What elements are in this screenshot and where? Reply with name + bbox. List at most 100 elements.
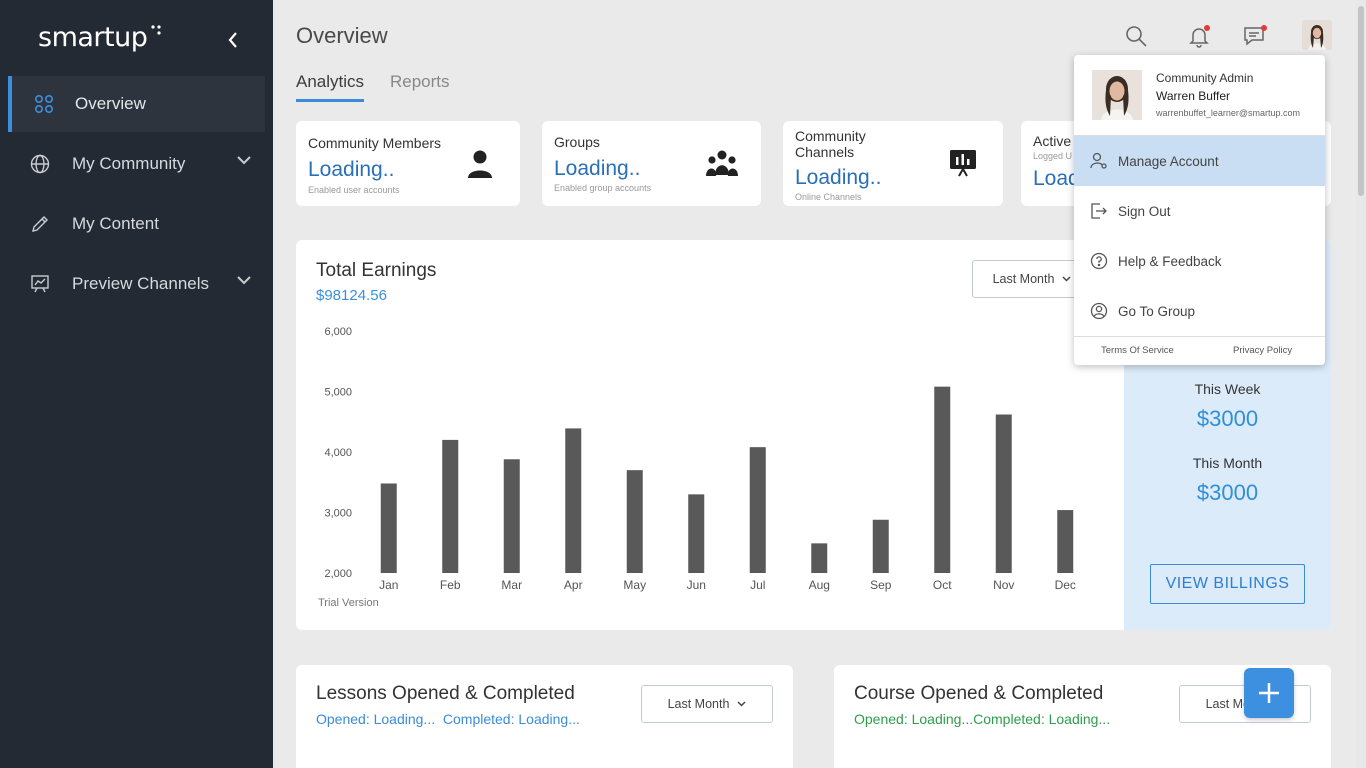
- sidebar-item-overview[interactable]: Overview: [8, 76, 265, 132]
- bar-jul[interactable]: [749, 447, 766, 573]
- search-button[interactable]: [1122, 22, 1150, 50]
- lessons-completed: Completed: Loading...: [442, 711, 580, 727]
- card-title: Groups: [554, 134, 600, 150]
- card-value: Loading..: [554, 157, 641, 180]
- sidebar-item-my-content[interactable]: My Content: [8, 196, 265, 252]
- brand-logo[interactable]: smartup: [38, 22, 148, 53]
- menu-item-label: Go To Group: [1118, 303, 1196, 319]
- x-tick-label: Oct: [933, 578, 952, 592]
- notification-dot: [1204, 25, 1210, 31]
- sidebar-item-label: My Community: [72, 154, 186, 173]
- card-title: Active: [1033, 133, 1072, 149]
- earnings-title: Total Earnings: [316, 260, 437, 281]
- person-icon: [468, 150, 492, 178]
- bar-mar[interactable]: [503, 459, 520, 573]
- menu-avatar: [1092, 70, 1142, 120]
- sidebar-item-my-community[interactable]: My Community: [8, 136, 265, 192]
- menu-divider: [1074, 336, 1325, 337]
- card-value: Loading..: [308, 158, 395, 181]
- card-value: Load: [1033, 167, 1080, 190]
- earnings-amount: $98124.56: [316, 287, 387, 304]
- courses-stats: Opened: Loading...Completed: Loading...: [854, 711, 1110, 727]
- bar-sep[interactable]: [872, 519, 889, 573]
- sidebar-item-label: Overview: [75, 94, 146, 113]
- x-tick-label: Jul: [750, 578, 765, 592]
- courses-title: Course Opened & Completed: [854, 683, 1104, 704]
- courses-opened: Opened: Loading...: [854, 711, 974, 727]
- view-billings-button[interactable]: VIEW BILLINGS: [1150, 564, 1305, 604]
- card-subtitle: Logged U: [1033, 151, 1073, 161]
- bar-aug[interactable]: [811, 543, 828, 573]
- menu-user-role: Community Admin: [1156, 71, 1254, 85]
- sidebar-item-preview-channels[interactable]: Preview Channels: [8, 256, 265, 312]
- y-tick-label: 2,000: [324, 568, 352, 580]
- chevron-down-icon: [237, 156, 251, 165]
- user-circle-icon: [1089, 301, 1109, 321]
- scrollbar-thumb[interactable]: [1358, 6, 1364, 196]
- grid-icon: [32, 92, 56, 116]
- menu-item-label: Manage Account: [1118, 153, 1219, 169]
- chevron-down-icon: [1062, 276, 1071, 282]
- add-fab-button[interactable]: [1244, 668, 1294, 718]
- x-tick-label: Sep: [870, 578, 892, 592]
- card-community-channels[interactable]: Community Channels Loading.. Online Chan…: [783, 121, 1003, 206]
- search-icon: [1126, 26, 1147, 47]
- tab-analytics[interactable]: Analytics: [296, 72, 365, 102]
- terms-of-service-link[interactable]: Terms Of Service: [1101, 345, 1174, 356]
- x-tick-label: Dec: [1055, 578, 1076, 592]
- earnings-bar-chart: 2,000 3,000 4,000 5,000 6,000 Jan Feb Mar Apr May…: [324, 326, 1076, 592]
- menu-user-name: Warren Buffer: [1156, 89, 1231, 103]
- chevron-down-icon: [737, 701, 746, 707]
- bar-apr[interactable]: [565, 428, 582, 573]
- chevron-down-icon: [237, 276, 251, 285]
- menu-item-label: Help & Feedback: [1118, 253, 1222, 269]
- y-tick-label: 3,000: [324, 508, 352, 520]
- user-avatar[interactable]: [1302, 20, 1332, 50]
- logo-dots-icon: [151, 25, 161, 35]
- courses-completed: Completed: Loading...: [973, 711, 1111, 727]
- card-subtitle: Enabled group accounts: [554, 183, 652, 193]
- this-month-value: $3000: [1196, 480, 1259, 505]
- sidebar-item-label: Preview Channels: [72, 274, 210, 293]
- x-tick-label: Aug: [809, 578, 830, 592]
- card-groups[interactable]: Groups Loading.. Enabled group accounts: [542, 121, 761, 206]
- bar-jun[interactable]: [688, 494, 705, 573]
- x-tick-label: Jan: [379, 578, 398, 592]
- bar-nov[interactable]: [995, 414, 1012, 573]
- bar-dec[interactable]: [1057, 510, 1074, 573]
- menu-user-email: warrenbuffet_learner@smartup.com: [1156, 108, 1301, 118]
- group-icon: [706, 150, 738, 176]
- sign-out-icon: [1089, 201, 1109, 221]
- lessons-period-dropdown[interactable]: Last Month: [641, 685, 773, 723]
- x-tick-label: Feb: [440, 578, 461, 592]
- lessons-opened: Opened: Loading...: [316, 711, 436, 727]
- menu-item-help-feedback[interactable]: Help & Feedback: [1074, 236, 1325, 286]
- bar-jan[interactable]: [380, 483, 397, 573]
- menu-item-sign-out[interactable]: Sign Out: [1074, 186, 1325, 236]
- messages-button[interactable]: [1241, 22, 1269, 50]
- card-title: Community Channels: [795, 128, 866, 160]
- x-tick-label: May: [623, 578, 646, 592]
- lessons-card: Lessons Opened & Completed Opened: Loadi…: [296, 665, 793, 768]
- pencil-icon: [28, 212, 52, 236]
- this-week-value: $3000: [1196, 406, 1259, 431]
- manage-account-icon: [1089, 151, 1109, 171]
- presentation-chart-icon: [28, 272, 52, 296]
- card-subtitle: Enabled user accounts: [308, 185, 400, 195]
- collapse-sidebar-button[interactable]: [222, 28, 244, 52]
- privacy-policy-link[interactable]: Privacy Policy: [1233, 345, 1292, 356]
- help-icon: [1089, 251, 1109, 271]
- bar-may[interactable]: [626, 470, 643, 573]
- card-value: Loading..: [795, 166, 882, 189]
- notifications-button[interactable]: [1185, 22, 1213, 50]
- card-community-members[interactable]: Community Members Loading.. Enabled user…: [296, 121, 520, 206]
- sidebar: smartup Overview My Community My Content…: [0, 0, 273, 768]
- message-dot: [1261, 25, 1267, 31]
- menu-item-go-to-group[interactable]: Go To Group: [1074, 286, 1325, 336]
- bar-oct[interactable]: [934, 386, 951, 573]
- x-tick-label: Jun: [687, 578, 706, 592]
- menu-item-manage-account[interactable]: Manage Account: [1074, 136, 1325, 186]
- tab-reports[interactable]: Reports: [390, 72, 450, 99]
- dropdown-value: Last Month: [992, 272, 1055, 286]
- bar-feb[interactable]: [442, 439, 459, 573]
